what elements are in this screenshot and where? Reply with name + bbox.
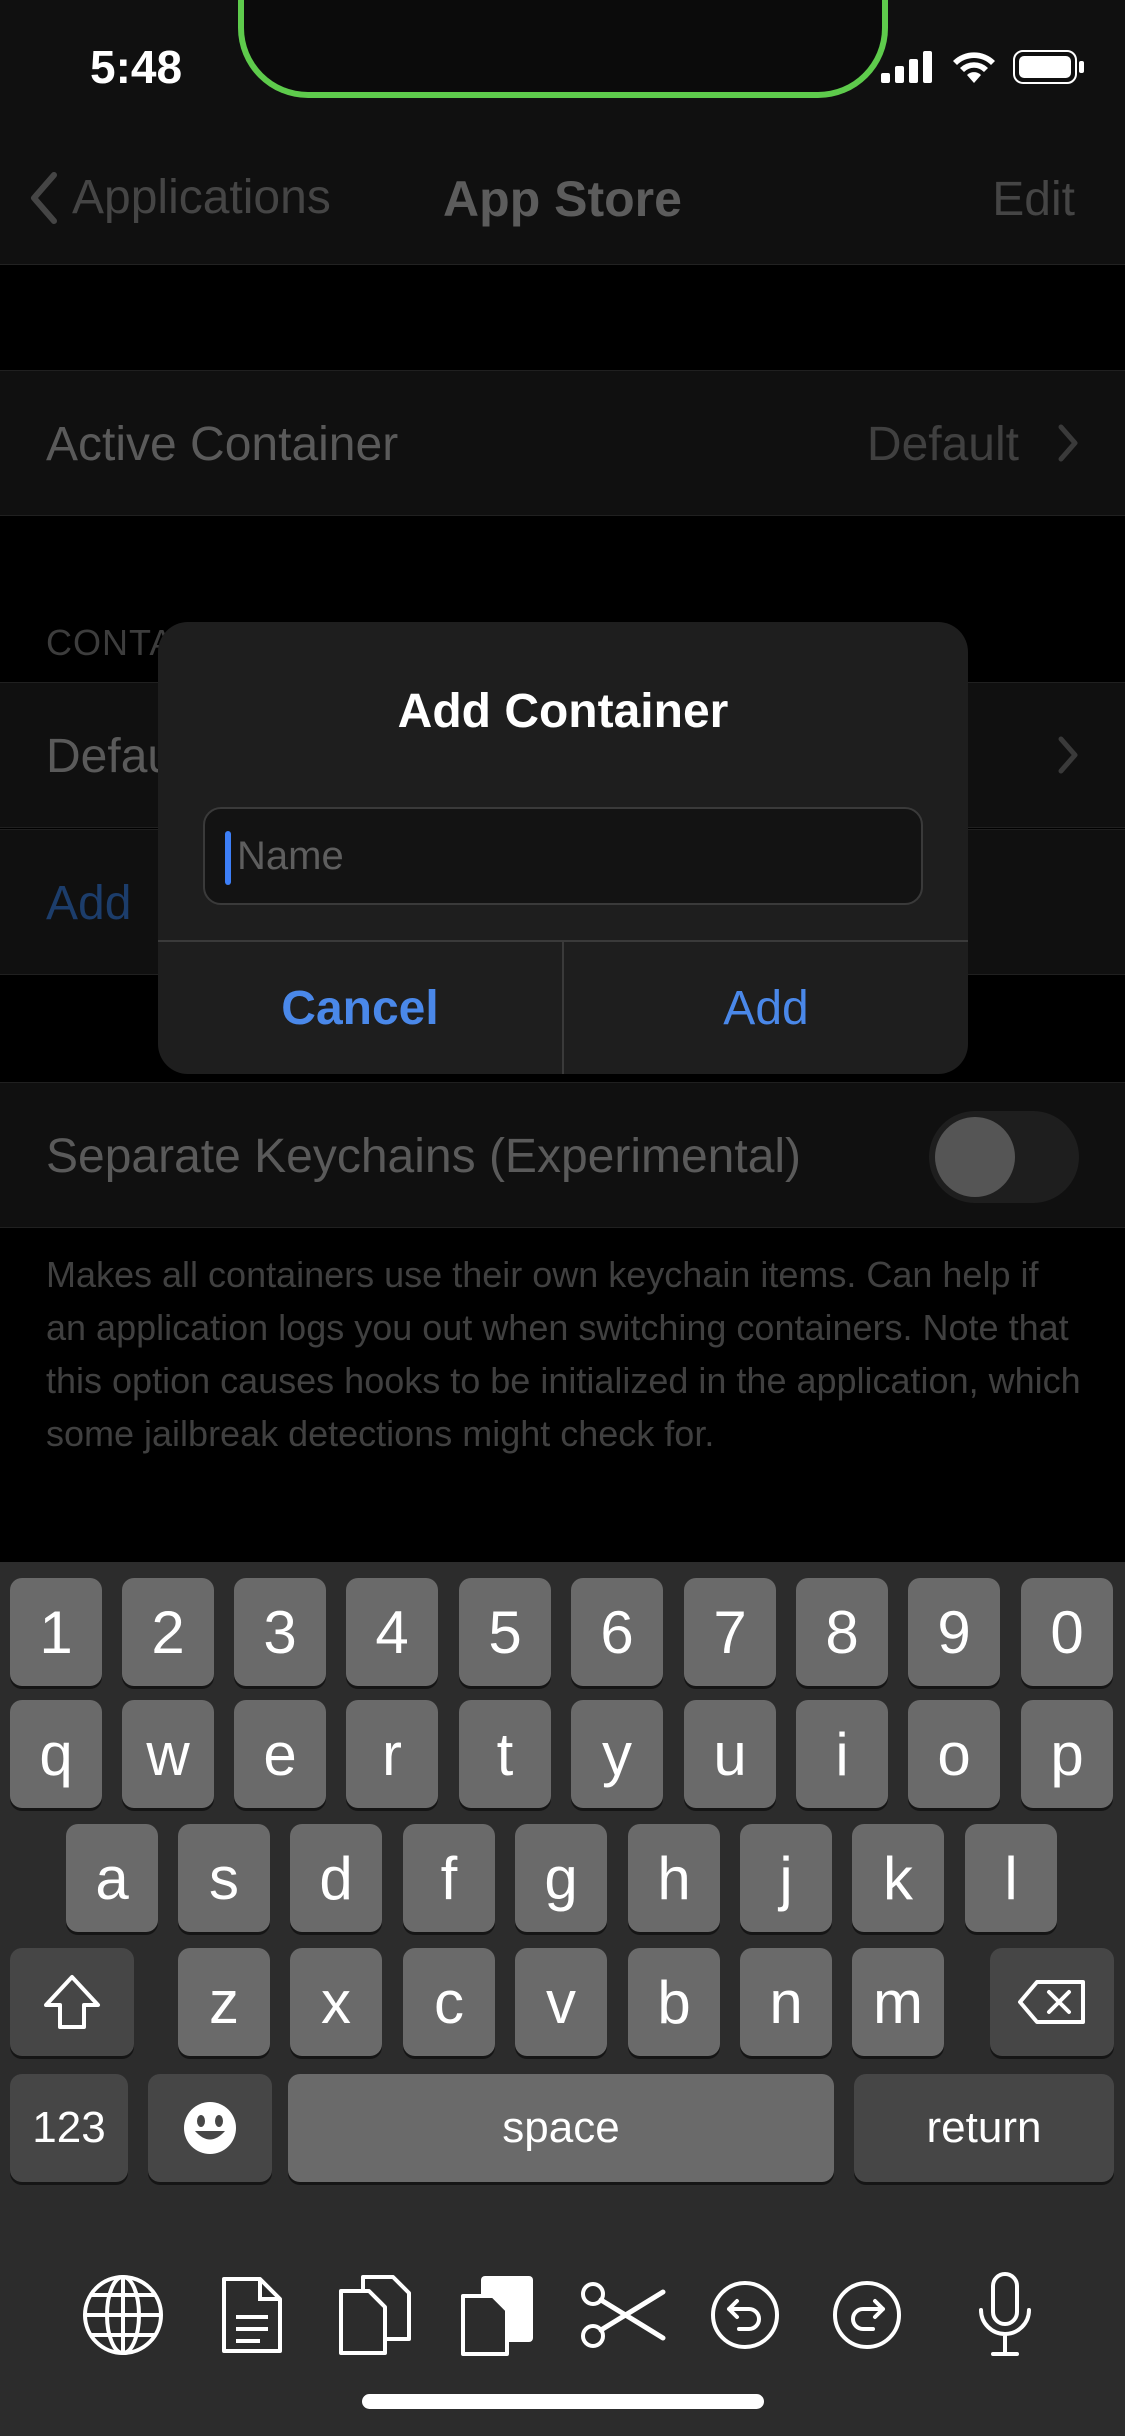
key-d[interactable]: d bbox=[290, 1824, 382, 1932]
shift-key[interactable] bbox=[10, 1948, 134, 2056]
chevron-right-icon bbox=[1058, 736, 1078, 774]
wifi-icon bbox=[953, 52, 995, 83]
status-bar: 5:48 bbox=[0, 0, 1125, 130]
status-time: 5:48 bbox=[90, 41, 183, 93]
document-icon-svg bbox=[222, 2277, 282, 2353]
scissors-icon[interactable] bbox=[578, 2270, 668, 2360]
globe-icon[interactable] bbox=[78, 2270, 168, 2360]
key-8[interactable]: 8 bbox=[796, 1578, 888, 1686]
key-3[interactable]: 3 bbox=[234, 1578, 326, 1686]
microphone-icon-svg bbox=[979, 2272, 1031, 2356]
key-f[interactable]: f bbox=[403, 1824, 495, 1932]
text-cursor bbox=[225, 831, 231, 885]
navigation-bar: Applications App Store Edit bbox=[0, 130, 1125, 265]
space-key[interactable]: space bbox=[288, 2074, 834, 2182]
page-title: App Store bbox=[443, 171, 682, 227]
edit-button[interactable]: Edit bbox=[992, 172, 1075, 227]
notch bbox=[238, 0, 888, 98]
dialog-title: Add Container bbox=[397, 685, 729, 738]
paste-icon[interactable] bbox=[454, 2270, 544, 2360]
add-container-label: Add bbox=[46, 877, 132, 930]
key-b[interactable]: b bbox=[628, 1948, 720, 2056]
separate-keychains-description: Makes all containers use their own keych… bbox=[46, 1254, 1081, 1454]
key-9[interactable]: 9 bbox=[908, 1578, 1000, 1686]
home-indicator[interactable] bbox=[362, 2394, 764, 2409]
emoji-key[interactable] bbox=[148, 2074, 272, 2182]
key-k[interactable]: k bbox=[852, 1824, 944, 1932]
separate-keychains-toggle[interactable] bbox=[929, 1111, 1079, 1203]
key-z[interactable]: z bbox=[178, 1948, 270, 2056]
active-container-row[interactable]: Active Container Default bbox=[0, 370, 1125, 516]
key-6[interactable]: 6 bbox=[571, 1578, 663, 1686]
copy-icon-svg bbox=[339, 2275, 411, 2355]
key-j[interactable]: j bbox=[740, 1824, 832, 1932]
globe-icon-svg bbox=[83, 2275, 163, 2355]
toggle-knob bbox=[935, 1117, 1015, 1197]
paste-icon-svg bbox=[461, 2276, 533, 2356]
redo-icon[interactable] bbox=[822, 2270, 912, 2360]
key-a[interactable]: a bbox=[66, 1824, 158, 1932]
status-icons bbox=[881, 50, 1085, 84]
key-s[interactable]: s bbox=[178, 1824, 270, 1932]
copy-icon[interactable] bbox=[330, 2270, 420, 2360]
key-4[interactable]: 4 bbox=[346, 1578, 438, 1686]
signal-icon bbox=[881, 51, 932, 83]
key-g[interactable]: g bbox=[515, 1824, 607, 1932]
key-p[interactable]: p bbox=[1021, 1700, 1113, 1808]
key-m[interactable]: m bbox=[852, 1948, 944, 2056]
name-field-container bbox=[203, 807, 923, 905]
undo-icon-svg bbox=[711, 2281, 779, 2349]
return-key[interactable]: return bbox=[854, 2074, 1114, 2182]
add-container-dialog: Add Container Cancel Add bbox=[158, 622, 968, 1074]
name-input[interactable] bbox=[237, 809, 907, 903]
active-container-value: Default bbox=[866, 418, 1019, 471]
key-5[interactable]: 5 bbox=[459, 1578, 551, 1686]
key-1[interactable]: 1 bbox=[10, 1578, 102, 1686]
key-u[interactable]: u bbox=[684, 1700, 776, 1808]
key-y[interactable]: y bbox=[571, 1700, 663, 1808]
key-i[interactable]: i bbox=[796, 1700, 888, 1808]
add-button[interactable]: Add bbox=[564, 942, 968, 1074]
battery-icon bbox=[1013, 50, 1084, 84]
separate-keychains-label: Separate Keychains (Experimental) bbox=[46, 1130, 802, 1183]
key-w[interactable]: w bbox=[122, 1700, 214, 1808]
cancel-button[interactable]: Cancel bbox=[158, 942, 562, 1074]
key-r[interactable]: r bbox=[346, 1700, 438, 1808]
key-o[interactable]: o bbox=[908, 1700, 1000, 1808]
scissors-icon-svg bbox=[581, 2282, 666, 2348]
chevron-right-icon bbox=[1058, 424, 1078, 462]
key-7[interactable]: 7 bbox=[684, 1578, 776, 1686]
key-c[interactable]: c bbox=[403, 1948, 495, 2056]
active-container-label: Active Container bbox=[46, 418, 399, 471]
document-icon[interactable] bbox=[206, 2270, 296, 2360]
emoji-icon bbox=[184, 2102, 236, 2154]
key-e[interactable]: e bbox=[234, 1700, 326, 1808]
key-t[interactable]: t bbox=[459, 1700, 551, 1808]
redo-icon-svg bbox=[833, 2281, 901, 2349]
numbers-mode-key[interactable]: 123 bbox=[10, 2074, 128, 2182]
microphone-icon[interactable] bbox=[960, 2270, 1050, 2360]
backspace-icon bbox=[1018, 1980, 1085, 2024]
key-x[interactable]: x bbox=[290, 1948, 382, 2056]
undo-icon[interactable] bbox=[700, 2270, 790, 2360]
key-0[interactable]: 0 bbox=[1021, 1578, 1113, 1686]
key-h[interactable]: h bbox=[628, 1824, 720, 1932]
key-2[interactable]: 2 bbox=[122, 1578, 214, 1686]
separate-keychains-row: Separate Keychains (Experimental) bbox=[0, 1082, 1125, 1228]
key-n[interactable]: n bbox=[740, 1948, 832, 2056]
shift-icon bbox=[44, 1975, 100, 2029]
key-l[interactable]: l bbox=[965, 1824, 1057, 1932]
key-v[interactable]: v bbox=[515, 1948, 607, 2056]
key-q[interactable]: q bbox=[10, 1700, 102, 1808]
backspace-key[interactable] bbox=[990, 1948, 1114, 2056]
